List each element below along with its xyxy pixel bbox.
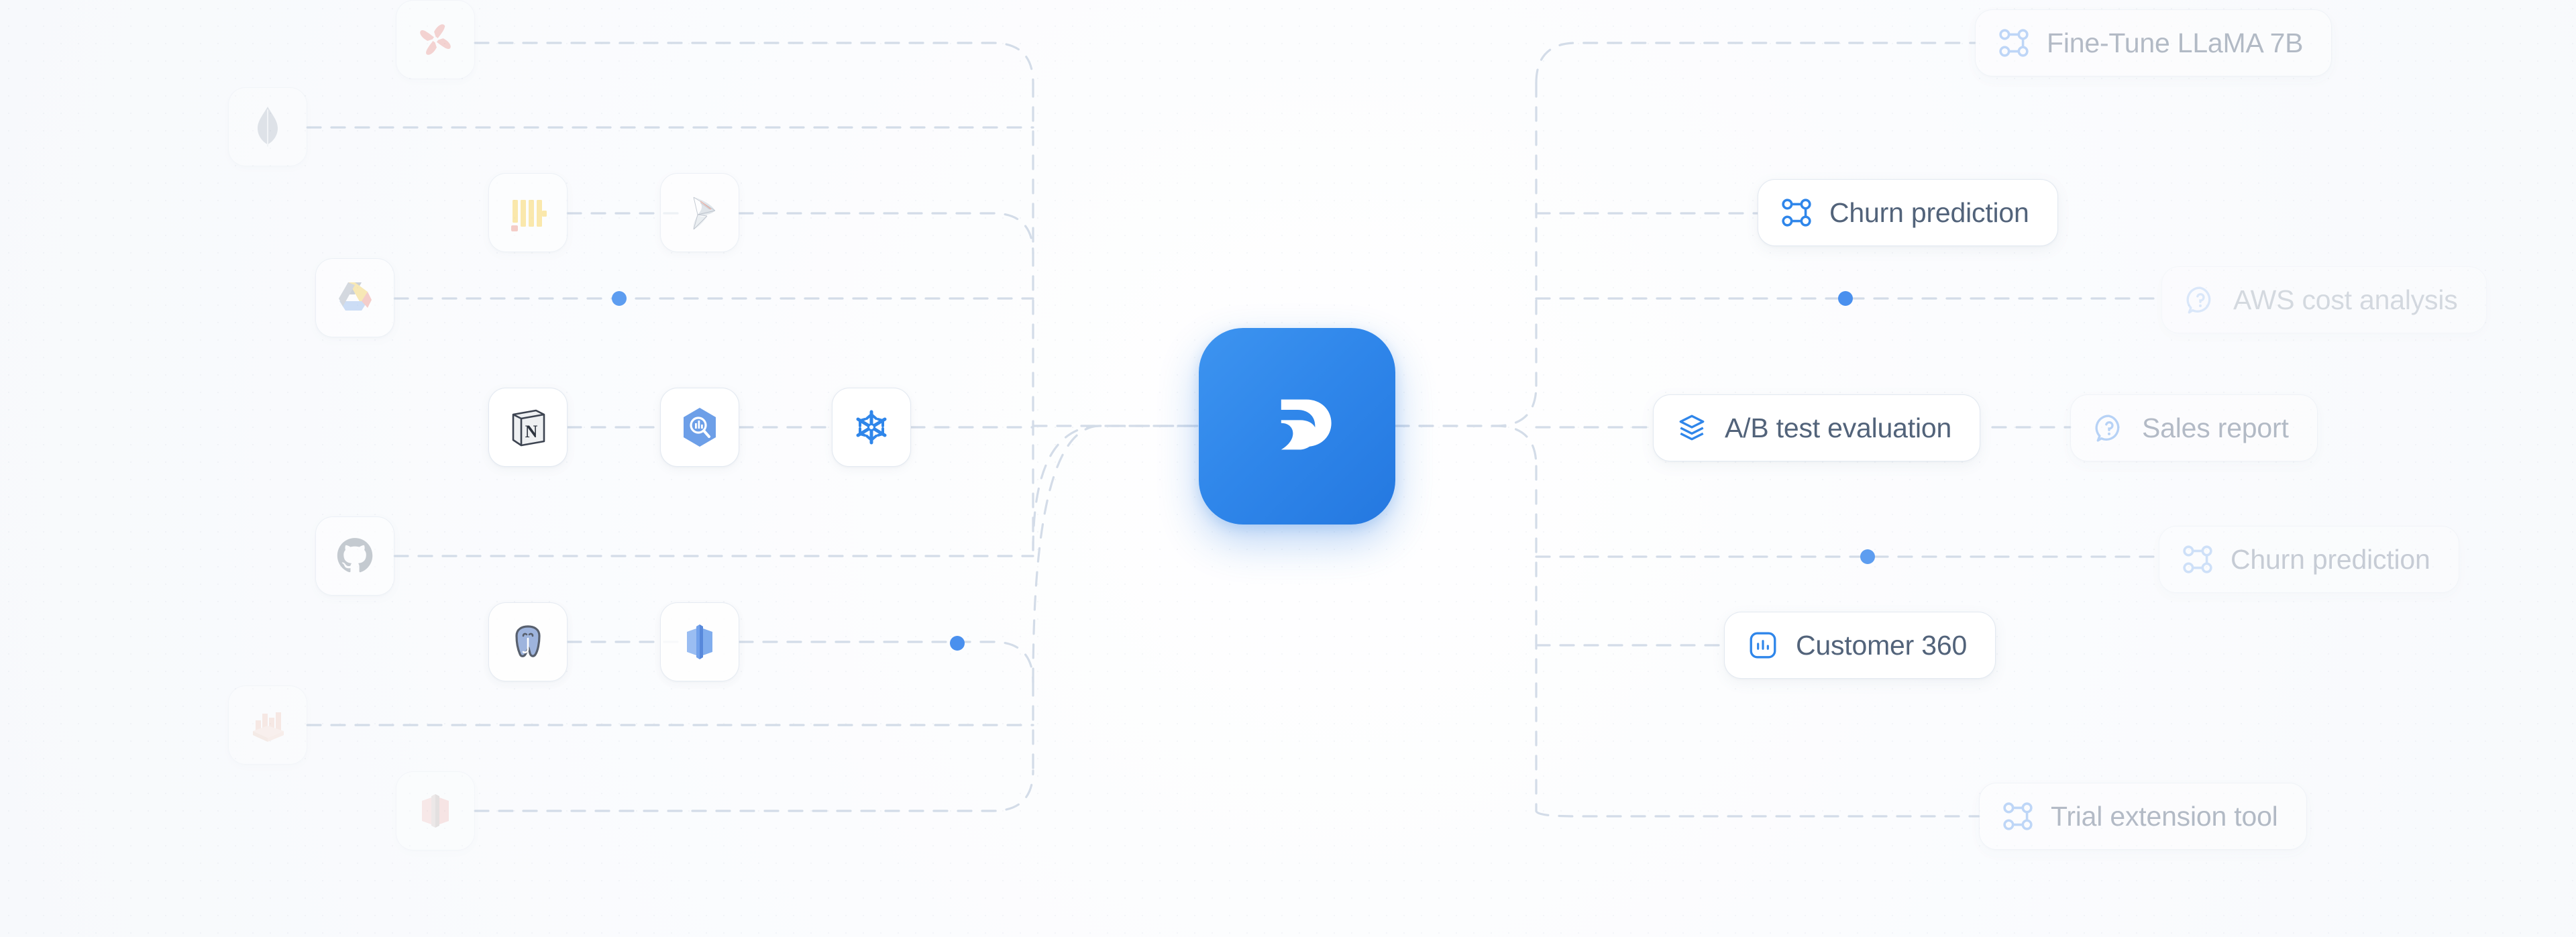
task-card-label: AWS cost analysis [2233, 284, 2458, 315]
task-card-churn-prediction-1[interactable]: Churn prediction [1758, 179, 2058, 246]
wire-redshift [738, 641, 1034, 683]
task-card-label: Trial extension tool [2051, 800, 2278, 832]
source-chip-mongodb[interactable] [228, 87, 307, 166]
source-chip-github[interactable] [315, 516, 394, 596]
source-chip-prefect[interactable] [488, 173, 568, 252]
wire-airflow [474, 42, 1034, 85]
task-card-trial-extension-tool[interactable]: Trial extension tool [1979, 783, 2307, 850]
wire-finetune [1535, 42, 1976, 85]
airflow-pinwheel-icon [415, 19, 456, 60]
pulse-redshift [801, 636, 965, 651]
mongodb-leaf-icon [252, 107, 284, 147]
source-chip-airflow[interactable] [396, 0, 475, 79]
workflow-nodes-icon [2002, 801, 2033, 832]
source-chip-google-drive[interactable] [315, 258, 394, 337]
question-bubble-icon [2094, 412, 2125, 443]
wire-trial [1535, 810, 1980, 818]
task-card-label: Sales report [2142, 412, 2289, 443]
source-chip-sqlserver[interactable] [660, 173, 739, 252]
pulse-gdrive [476, 291, 627, 306]
brand-logo-hub[interactable] [1199, 328, 1395, 525]
aws-athena-icon [249, 707, 286, 743]
task-card-customer-360[interactable]: Customer 360 [1724, 612, 1996, 679]
snowflake-icon [852, 408, 891, 447]
source-chip-snowflake[interactable] [832, 388, 911, 467]
svg-text:N: N [525, 422, 538, 441]
hero-diagram-canvas: N Fine-Tune LLaMA 7B Churn prediction AW… [0, 0, 2576, 937]
source-chip-s3[interactable] [396, 771, 475, 850]
google-drive-icon [336, 281, 374, 315]
task-card-label: Churn prediction [1829, 197, 2029, 228]
source-chip-athena[interactable] [228, 685, 307, 765]
workflow-nodes-icon [1998, 27, 2029, 58]
task-card-aws-cost-analysis[interactable]: AWS cost analysis [2161, 266, 2487, 333]
wire-mssql [738, 212, 1034, 255]
wire-hub-out-up [1394, 384, 1538, 427]
github-octocat-icon [336, 537, 374, 575]
wire-funnel-bottom [1032, 425, 1102, 683]
bar-chart-box-icon [1748, 630, 1778, 661]
task-card-label: Fine-Tune LLaMA 7B [2047, 27, 2304, 58]
task-card-label: Churn prediction [2231, 543, 2430, 575]
task-card-ab-test-evaluation[interactable]: A/B test evaluation [1653, 394, 1981, 461]
source-chip-notion[interactable]: N [488, 388, 568, 467]
pulse-churn2 [1711, 549, 1875, 564]
wire-funnel-top [1032, 425, 1200, 551]
pulse-churn [1689, 291, 1853, 306]
question-bubble-icon [2185, 284, 2216, 315]
workflow-nodes-icon [2182, 544, 2213, 575]
notion-icon: N [509, 408, 547, 447]
workflow-nodes-icon [1781, 197, 1812, 228]
task-card-finetune-llama[interactable]: Fine-Tune LLaMA 7B [1975, 9, 2332, 76]
pulse-group [476, 291, 1875, 651]
source-chip-bigquery[interactable] [660, 388, 739, 467]
bigquery-hex-icon [680, 406, 719, 448]
task-card-label: A/B test evaluation [1725, 412, 1952, 443]
aws-s3-icon [418, 792, 453, 830]
wire-hub-out-down [1394, 425, 1538, 467]
postgresql-icon [508, 622, 547, 661]
source-chip-postgresql[interactable] [488, 602, 568, 681]
task-card-label: Customer 360 [1796, 629, 1968, 661]
redshift-icon [682, 622, 718, 661]
task-card-sales-report[interactable]: Sales report [2070, 394, 2318, 461]
task-card-churn-prediction-2[interactable]: Churn prediction [2159, 526, 2459, 593]
wave-d-logo [1253, 380, 1342, 472]
layers-stack-icon [1676, 412, 1707, 443]
source-chip-redshift[interactable] [660, 602, 739, 681]
wire-s3 [474, 769, 1034, 812]
sql-server-icon [680, 193, 719, 232]
yellow-bars-icon [508, 193, 547, 232]
